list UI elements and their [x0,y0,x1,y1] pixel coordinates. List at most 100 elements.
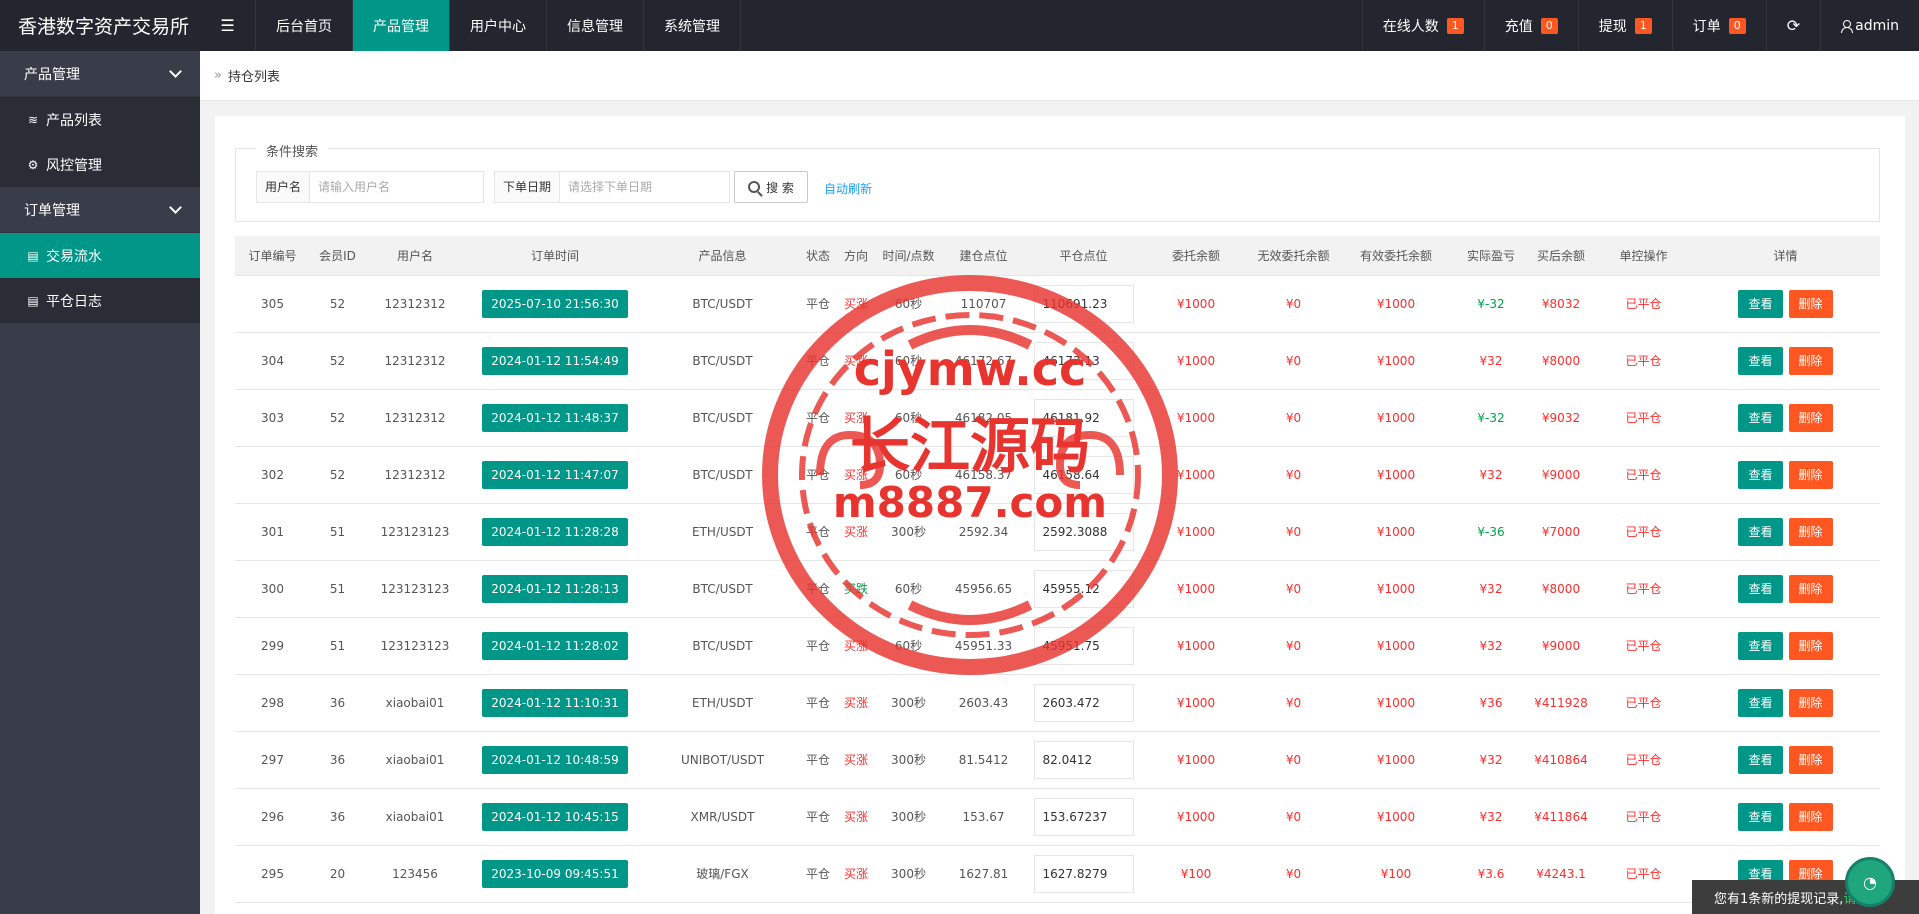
invalid-amount-cell: ¥0 [1251,332,1336,390]
delete-button[interactable]: 删除 [1788,745,1833,774]
recharge-notice[interactable]: 充值 0 [1483,0,1578,51]
sidebar-item[interactable]: ⚙ 风控管理 [0,142,200,187]
valid-amount-cell: ¥100 [1336,845,1456,903]
valid-amount-cell: ¥1000 [1336,617,1456,675]
member-id-cell: 20 [310,845,365,903]
period-cell: 60秒 [876,617,941,675]
amount-cell: ¥1000 [1141,731,1251,789]
product-cell: XMR/USDT [645,788,800,846]
sidebar-item[interactable]: ▤ 交易流水 [0,233,200,278]
period-cell: 300秒 [876,845,941,903]
view-button[interactable]: 查看 [1738,745,1783,774]
order-id-cell: 297 [235,731,310,789]
delete-button[interactable]: 删除 [1788,631,1833,660]
menu-toggle-icon[interactable]: ☰ [200,0,256,51]
member-id-cell: 36 [310,731,365,789]
order-label: 订单 [1692,18,1721,35]
close-price-cell: 110691.23 [1026,275,1141,333]
valid-amount-cell: ¥1000 [1336,275,1456,333]
document-icon: ▤ [27,293,39,308]
sidebar-item[interactable]: ≋ 产品列表 [0,97,200,142]
delete-button[interactable]: 删除 [1788,460,1833,489]
username-input[interactable] [310,172,479,202]
notification-icon[interactable]: ◔ [1845,857,1895,907]
delete-button[interactable]: 删除 [1788,403,1833,432]
control-cell: 已平仓 [1596,275,1691,333]
sidebar-group[interactable]: 产品管理 [0,51,200,97]
sidebar-group-label: 订单管理 [24,202,80,219]
column-header: 时间/点数 [876,236,941,276]
breadcrumb-separator: » [214,68,222,83]
balance-after-cell: ¥411864 [1526,788,1596,846]
view-button[interactable]: 查看 [1738,460,1783,489]
sidebar-item-label: 产品列表 [46,112,102,129]
view-button[interactable]: 查看 [1738,631,1783,660]
order-badge: 0 [1728,17,1746,34]
online-label: 在线人数 [1382,18,1439,35]
order-date-label: 下单日期 [495,172,561,202]
top-nav-item[interactable]: 后台首页 [256,0,353,51]
sidebar-item[interactable]: ▤ 平仓日志 [0,278,200,323]
order-notice[interactable]: 订单 0 [1671,0,1766,51]
view-button[interactable]: 查看 [1738,289,1783,318]
top-nav-item[interactable]: 用户中心 [450,0,547,51]
order-time-tag: 2024-01-12 11:28:02 [482,631,628,660]
close-price-cell: 45951.75 [1026,617,1141,675]
delete-button[interactable]: 删除 [1788,688,1833,717]
column-header: 详情 [1691,236,1880,276]
valid-amount-cell: ¥1000 [1336,389,1456,447]
withdraw-notice[interactable]: 提现 1 [1577,0,1672,51]
user-icon [1841,19,1854,33]
user-menu[interactable]: admin [1820,0,1919,51]
view-button[interactable]: 查看 [1738,517,1783,546]
control-cell: 已平仓 [1596,446,1691,504]
order-date-input[interactable] [560,172,729,202]
view-button[interactable]: 查看 [1738,688,1783,717]
amount-cell: ¥1000 [1141,275,1251,333]
top-nav-item[interactable]: 产品管理 [353,0,450,51]
notice-text: 您有1条新的提现记录, [1714,891,1844,907]
top-header: 香港数字资产交易所 ☰ 后台首页 产品管理 用户中心 信息管理 系统管理 在线人数 1 … [0,0,1919,51]
delete-button[interactable]: 删除 [1788,289,1833,318]
online-users[interactable]: 在线人数 1 [1361,0,1484,51]
top-nav-item[interactable]: 信息管理 [547,0,644,51]
view-button[interactable]: 查看 [1738,802,1783,831]
order-id-cell: 305 [235,275,310,333]
view-button[interactable]: 查看 [1738,403,1783,432]
valid-amount-cell: ¥1000 [1336,560,1456,618]
close-price-box: 153.67237 [1033,797,1134,836]
delete-button[interactable]: 删除 [1788,574,1833,603]
control-cell: 已平仓 [1596,560,1691,618]
order-time-cell: 2023-10-09 09:45:51 [465,845,645,903]
actions-cell: 查看 删除 [1691,332,1880,390]
column-header: 实际盈亏 [1456,236,1526,276]
period-cell: 60秒 [876,560,941,618]
column-header: 单控操作 [1596,236,1691,276]
username-cell: 12312312 [365,389,465,447]
invalid-amount-cell: ¥0 [1251,275,1336,333]
view-button[interactable]: 查看 [1738,574,1783,603]
member-id-cell: 51 [310,617,365,675]
top-nav-item[interactable]: 系统管理 [644,0,741,51]
delete-button[interactable]: 删除 [1788,802,1833,831]
delete-button[interactable]: 删除 [1788,517,1833,546]
control-cell: 已平仓 [1596,788,1691,846]
delete-button[interactable]: 删除 [1788,346,1833,375]
sidebar-group[interactable]: 订单管理 [0,187,200,233]
order-time-tag: 2023-10-09 09:45:51 [482,859,628,888]
column-header: 状态 [800,236,836,276]
order-id-cell: 301 [235,503,310,561]
pnl-cell: ¥32 [1456,617,1526,675]
auto-refresh-link[interactable]: 自动刷新 [824,180,872,197]
view-button[interactable]: 查看 [1738,346,1783,375]
search-button[interactable]: 搜 索 [734,171,808,203]
product-cell: BTC/USDT [645,560,800,618]
order-id-cell: 298 [235,674,310,732]
valid-amount-cell: ¥1000 [1336,503,1456,561]
refresh-button[interactable]: ⟳ [1765,0,1820,51]
table-row: 300 51 123123123 2024-01-12 11:28:13 BTC/USD… [235,560,1880,618]
amount-cell: ¥1000 [1141,674,1251,732]
close-price-cell: 45955.12 [1026,560,1141,618]
username-cell: 123123123 [365,617,465,675]
order-date-field: 下单日期 [494,171,730,203]
